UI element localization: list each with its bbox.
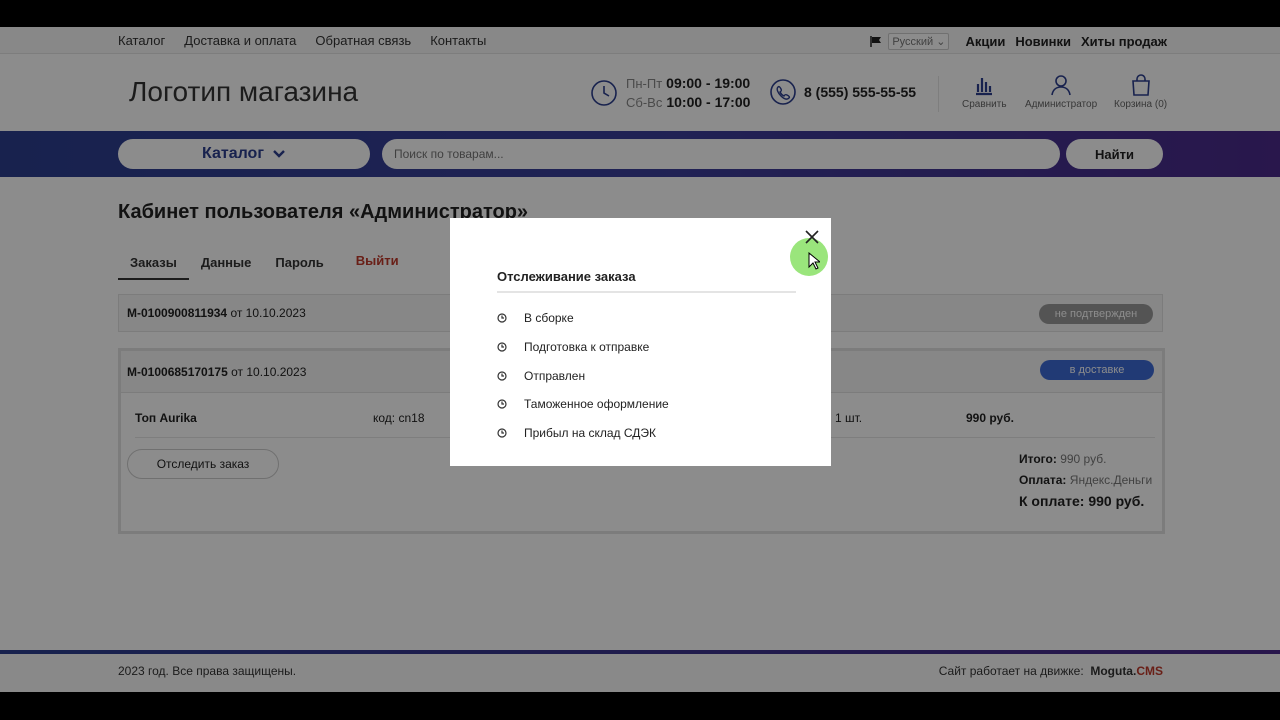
step-label: Отправлен xyxy=(524,368,586,383)
clock-icon xyxy=(497,342,507,352)
step-label: Прибыл на склад СДЭК xyxy=(524,426,657,441)
order-tracking-modal: Отслеживание заказа В сборке Подготовка … xyxy=(450,218,831,466)
mouse-cursor-icon xyxy=(808,252,820,270)
browser-viewport: Каталог Доставка и оплата Обратная связь… xyxy=(0,27,1280,692)
tracking-step: В сборке xyxy=(497,304,669,333)
clock-icon xyxy=(497,371,507,381)
clock-icon xyxy=(497,313,507,323)
tracking-step: Подготовка к отправке xyxy=(497,333,669,362)
clock-icon xyxy=(497,399,507,410)
tracking-steps: В сборке Подготовка к отправке Отправлен… xyxy=(497,304,669,447)
tracking-step: Таможенное оформление xyxy=(497,390,669,419)
tracking-step: Отправлен xyxy=(497,361,669,390)
step-label: Таможенное оформление xyxy=(524,397,669,412)
step-label: Подготовка к отправке xyxy=(524,340,650,355)
close-icon[interactable] xyxy=(805,230,819,244)
clock-icon xyxy=(497,428,507,438)
step-label: В сборке xyxy=(524,311,574,326)
tracking-step: Прибыл на склад СДЭК xyxy=(497,419,669,448)
modal-title: Отслеживание заказа xyxy=(497,269,796,293)
